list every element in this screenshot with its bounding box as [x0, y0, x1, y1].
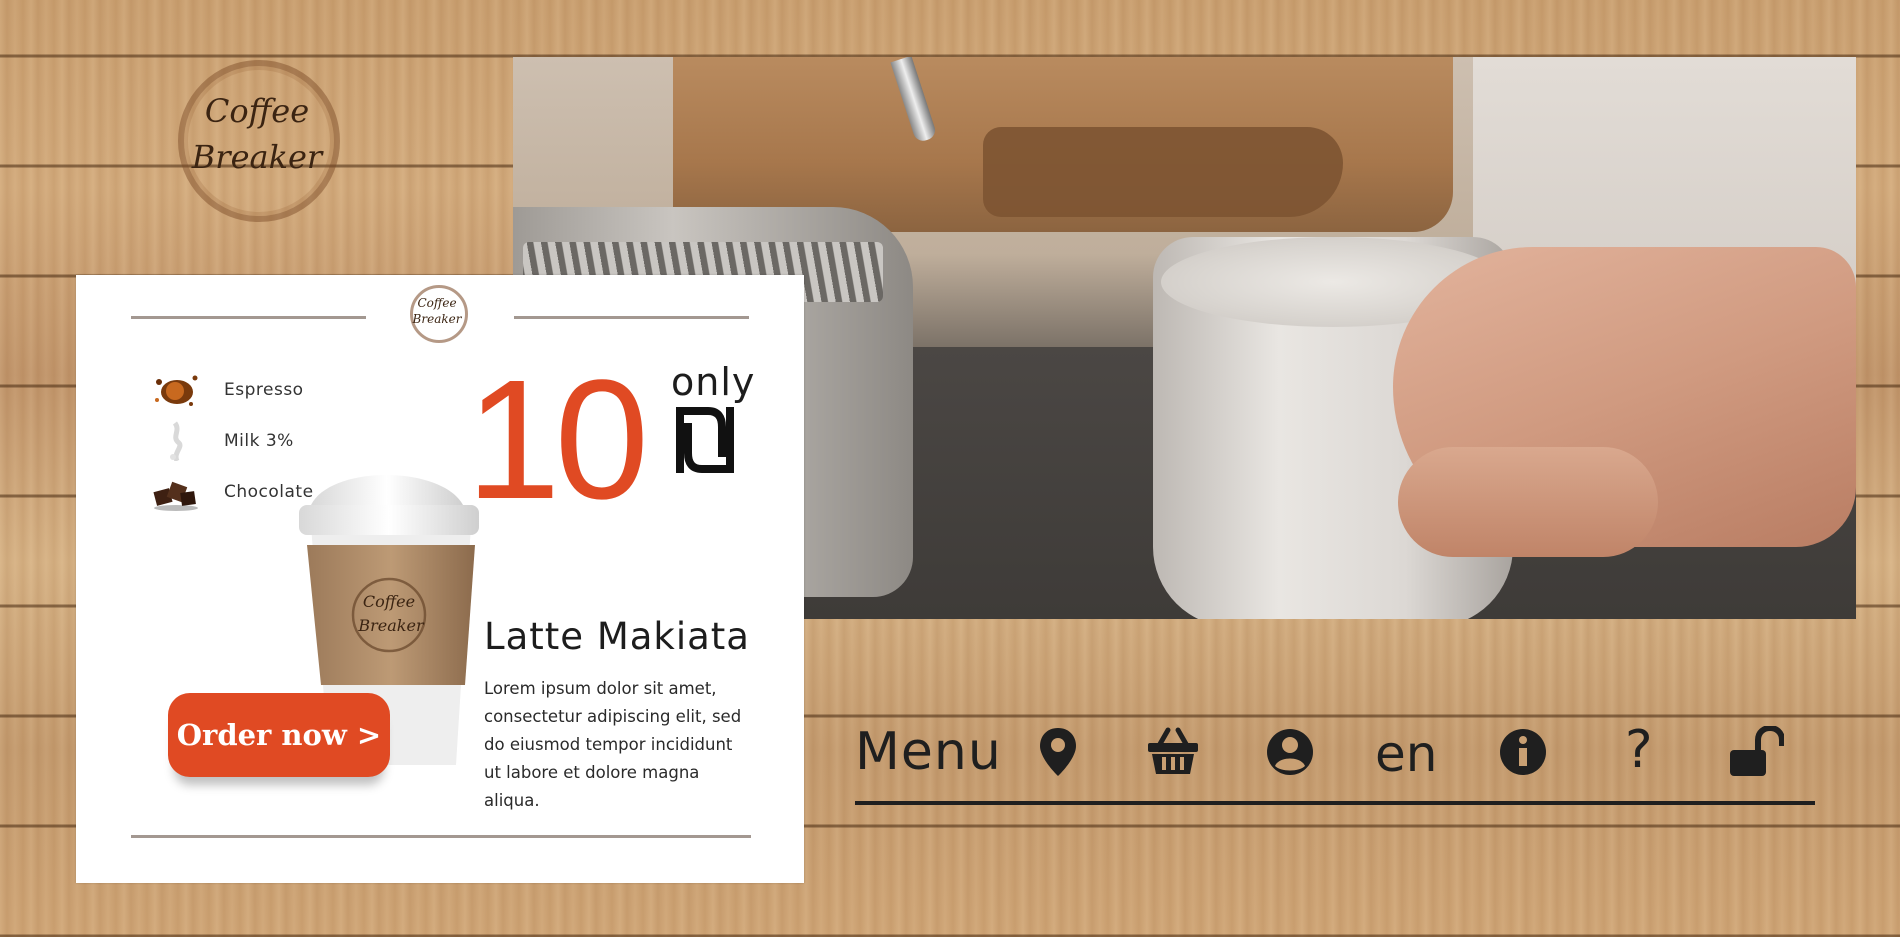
- nav-underline: [855, 801, 1815, 805]
- location-pin-icon[interactable]: [1033, 726, 1083, 778]
- product-card: Coffee Breaker Espresso Milk 3% Chocolat…: [76, 275, 804, 883]
- card-logo-line2: Breaker: [412, 312, 462, 326]
- cup-logo-line1: Coffee: [363, 592, 415, 611]
- card-bottom-rule: [131, 835, 751, 838]
- info-icon[interactable]: [1498, 726, 1548, 778]
- order-now-button[interactable]: Order now >: [168, 693, 390, 777]
- brand-logo-text: Coffee Breaker: [182, 88, 332, 180]
- basket-icon[interactable]: [1146, 726, 1200, 778]
- thumb: [1398, 447, 1658, 557]
- menu-button[interactable]: Menu: [855, 722, 1002, 802]
- cup-logo-line2: Breaker: [357, 616, 425, 635]
- ingredient-label: Espresso: [224, 380, 304, 400]
- product-name: Latte Makiata: [484, 615, 750, 658]
- chocolate-pieces-icon: [153, 481, 198, 511]
- card-top-rule-left: [131, 316, 366, 319]
- card-logo-line1: Coffee: [417, 296, 457, 310]
- brand-logo-line1: Coffee: [204, 92, 310, 130]
- espresso-splash-icon: [155, 375, 198, 406]
- user-circle-icon[interactable]: [1265, 726, 1315, 778]
- milk-splash-icon: [170, 421, 183, 461]
- brand-logo-line2: Breaker: [191, 138, 323, 176]
- card-top-rule-right: [514, 316, 749, 319]
- help-button[interactable]: ?: [1625, 720, 1653, 780]
- price-prefix: only: [671, 360, 756, 404]
- unlock-icon[interactable]: [1728, 726, 1784, 778]
- shekel-icon: [676, 407, 734, 473]
- ingredient-espresso: Espresso: [151, 370, 351, 410]
- card-logo: Coffee Breaker: [404, 295, 470, 327]
- cutting-board-handle: [983, 127, 1343, 217]
- price-value: 10: [466, 345, 649, 535]
- product-description: Lorem ipsum dolor sit amet, consectetur …: [484, 679, 742, 810]
- language-selector[interactable]: en: [1375, 725, 1437, 783]
